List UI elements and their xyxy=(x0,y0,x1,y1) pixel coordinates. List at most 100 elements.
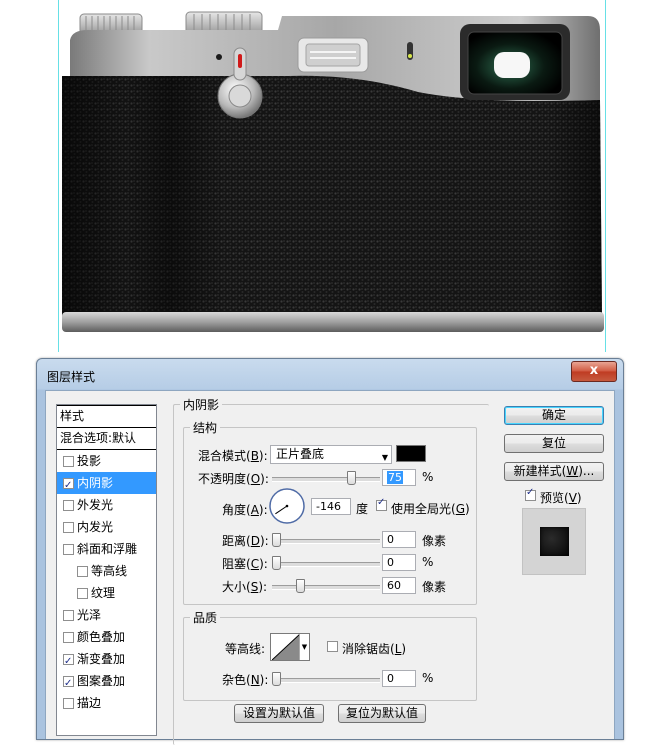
quality-title: 品质 xyxy=(190,609,221,626)
style-item-label: 内阴影 xyxy=(77,476,114,490)
reset-to-default-button[interactable]: 复位为默认值 xyxy=(338,704,426,723)
use-global-light-label: 使用全局光(G) xyxy=(391,502,470,516)
shadow-color-swatch[interactable] xyxy=(396,445,426,462)
style-item-checkbox[interactable] xyxy=(63,521,74,533)
style-item-label: 斜面和浮雕 xyxy=(77,542,138,556)
choke-slider-thumb[interactable] xyxy=(272,556,281,570)
contour-label: 等高线: xyxy=(225,642,266,656)
new-style-button[interactable]: 新建样式(W)... xyxy=(504,462,604,481)
styles-list: 样式 混合选项:默认 投影内阴影外发光内发光斜面和浮雕等高线纹理光泽颜色叠加渐变… xyxy=(56,404,157,736)
close-button[interactable]: x xyxy=(571,361,617,382)
angle-input[interactable]: -146 xyxy=(311,498,351,515)
style-item-label: 内发光 xyxy=(77,520,114,534)
style-item-checkbox[interactable] xyxy=(63,475,74,497)
style-item-label: 投影 xyxy=(77,454,102,468)
angle-unit: 度 xyxy=(356,502,369,516)
style-item[interactable]: 描边 xyxy=(57,692,156,714)
style-item[interactable]: 渐变叠加 xyxy=(57,648,156,673)
style-item-label: 纹理 xyxy=(91,586,116,600)
size-label: 大小(S): xyxy=(222,580,268,594)
preview-swatch xyxy=(540,527,569,556)
opacity-input[interactable]: 75 xyxy=(382,469,416,486)
choke-slider[interactable] xyxy=(272,562,380,567)
contour-dropdown-icon[interactable]: ▼ xyxy=(299,634,309,660)
style-item-checkbox[interactable] xyxy=(77,565,88,577)
opacity-label: 不透明度(O): xyxy=(198,472,269,486)
style-item-checkbox[interactable] xyxy=(63,455,74,467)
noise-slider[interactable] xyxy=(272,678,380,683)
distance-slider-thumb[interactable] xyxy=(272,533,281,547)
dialog-client-area: 样式 混合选项:默认 投影内阴影外发光内发光斜面和浮雕等高线纹理光泽颜色叠加渐变… xyxy=(45,390,615,745)
choke-label: 阻塞(C): xyxy=(222,557,268,571)
contour-preview-icon xyxy=(272,634,300,660)
style-item[interactable]: 投影 xyxy=(57,450,156,472)
styles-header[interactable]: 样式 xyxy=(57,405,156,428)
layer-style-dialog: 图层样式 x 样式 混合选项:默认 投影内阴影外发光内发光斜面和浮雕等高线纹理光… xyxy=(36,358,624,745)
angle-label: 角度(A): xyxy=(222,503,268,517)
size-slider-thumb[interactable] xyxy=(296,579,305,593)
style-item[interactable]: 内阴影 xyxy=(57,472,156,497)
style-item-checkbox[interactable] xyxy=(63,697,74,709)
blend-mode-label: 混合模式(B): xyxy=(198,449,268,463)
chevron-down-icon: ▼ xyxy=(381,453,388,462)
blend-mode-value: 正片叠底 xyxy=(276,447,325,461)
ok-button[interactable]: 确定 xyxy=(504,406,604,425)
style-item-checkbox[interactable] xyxy=(63,609,74,621)
reset-button[interactable]: 复位 xyxy=(504,434,604,453)
size-unit: 像素 xyxy=(422,580,447,594)
distance-label: 距离(D): xyxy=(222,534,269,548)
use-global-light-checkbox[interactable] xyxy=(376,497,387,511)
contour-picker[interactable]: ▼ xyxy=(270,633,310,661)
inner-shadow-title: 内阴影 xyxy=(180,396,223,413)
style-item-label: 外发光 xyxy=(77,498,114,512)
style-item-label: 渐变叠加 xyxy=(77,652,126,666)
noise-input[interactable]: 0 xyxy=(382,670,416,687)
distance-slider[interactable] xyxy=(272,539,380,544)
style-item[interactable]: 光泽 xyxy=(57,604,156,626)
choke-input[interactable]: 0 xyxy=(382,554,416,571)
anti-alias-label: 消除锯齿(L) xyxy=(342,642,407,656)
distance-unit: 像素 xyxy=(422,534,447,548)
make-default-button[interactable]: 设置为默认值 xyxy=(234,704,324,723)
blend-mode-select[interactable]: 正片叠底 ▼ xyxy=(270,445,392,464)
style-item-label: 光泽 xyxy=(77,608,102,622)
quality-group: 品质 xyxy=(183,609,477,701)
style-item[interactable]: 图案叠加 xyxy=(57,670,156,695)
style-item[interactable]: 纹理 xyxy=(57,582,156,604)
style-item-label: 颜色叠加 xyxy=(77,630,126,644)
style-item[interactable]: 等高线 xyxy=(57,560,156,582)
style-item-checkbox[interactable] xyxy=(63,499,74,511)
noise-label: 杂色(N): xyxy=(222,673,269,687)
opacity-slider[interactable] xyxy=(272,477,380,482)
size-input[interactable]: 60 xyxy=(382,577,416,594)
dialog-title: 图层样式 xyxy=(47,370,96,384)
noise-unit: % xyxy=(422,671,434,685)
style-item-label: 图案叠加 xyxy=(77,674,126,688)
camera-artwork xyxy=(62,11,604,332)
blending-options-item[interactable]: 混合选项:默认 xyxy=(57,428,156,450)
style-items: 投影内阴影外发光内发光斜面和浮雕等高线纹理光泽颜色叠加渐变叠加图案叠加描边 xyxy=(57,450,156,714)
style-item[interactable]: 斜面和浮雕 xyxy=(57,538,156,560)
distance-input[interactable]: 0 xyxy=(382,531,416,548)
style-item-label: 描边 xyxy=(77,696,102,710)
style-preview-thumbnail xyxy=(522,508,586,575)
style-item-label: 等高线 xyxy=(91,564,128,578)
anti-alias-checkbox[interactable] xyxy=(327,641,338,652)
noise-slider-thumb[interactable] xyxy=(272,672,281,686)
choke-unit: % xyxy=(422,555,434,569)
angle-dial[interactable] xyxy=(268,487,306,525)
style-item-checkbox[interactable] xyxy=(63,673,74,695)
structure-title: 结构 xyxy=(190,419,221,436)
style-item-checkbox[interactable] xyxy=(63,543,74,555)
opacity-slider-thumb[interactable] xyxy=(347,471,356,485)
style-item[interactable]: 内发光 xyxy=(57,516,156,538)
preview-checkbox[interactable] xyxy=(525,487,536,501)
title-bar[interactable]: 图层样式 x xyxy=(37,359,623,390)
style-item-checkbox[interactable] xyxy=(77,587,88,599)
style-item[interactable]: 颜色叠加 xyxy=(57,626,156,648)
style-item[interactable]: 外发光 xyxy=(57,494,156,516)
opacity-unit: % xyxy=(422,470,434,484)
style-item-checkbox[interactable] xyxy=(63,631,74,643)
style-item-checkbox[interactable] xyxy=(63,651,74,673)
size-slider[interactable] xyxy=(272,585,380,590)
